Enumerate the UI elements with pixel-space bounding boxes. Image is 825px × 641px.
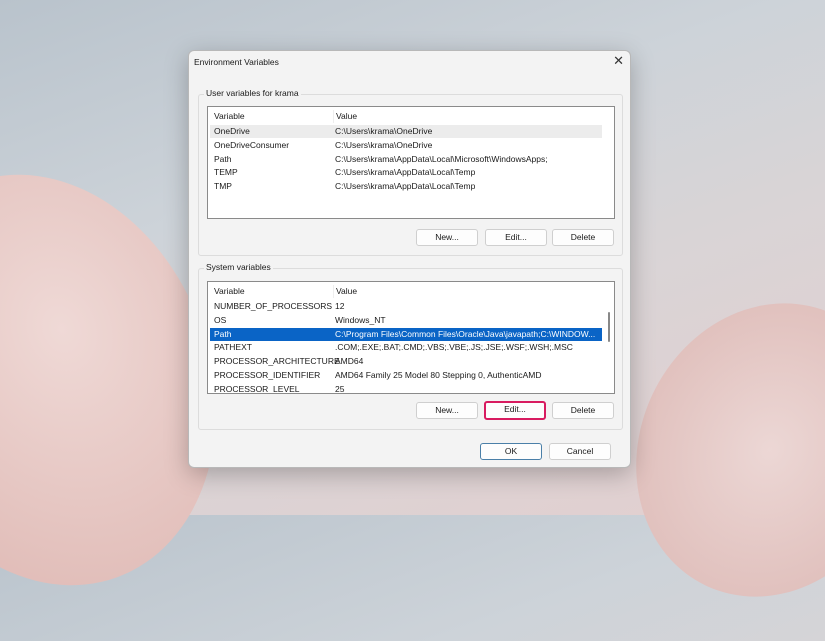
system-variables-label: System variables — [204, 262, 273, 272]
column-variable[interactable]: Variable — [214, 285, 245, 298]
table-row[interactable]: OS Windows_NT — [210, 314, 602, 327]
list-header: Variable Value — [210, 285, 602, 298]
user-edit-button[interactable]: Edit... — [485, 229, 547, 246]
variable-value: AMD64 — [335, 356, 364, 367]
close-icon[interactable]: ✕ — [613, 53, 624, 69]
table-row[interactable]: PROCESSOR_IDENTIFIER AMD64 Family 25 Mode… — [210, 369, 602, 382]
scrollbar[interactable] — [606, 284, 612, 391]
variable-name: Path — [214, 328, 232, 339]
system-variables-group: System variables Variable Value NUMBER_O… — [198, 262, 623, 430]
variable-value: Windows_NT — [335, 314, 386, 325]
environment-variables-dialog: Environment Variables ✕ User variables f… — [188, 50, 631, 468]
column-value[interactable]: Value — [333, 285, 357, 298]
table-row[interactable]: OneDriveConsumer C:\Users\krama\OneDrive — [210, 139, 602, 152]
variable-value: C:\Users\krama\OneDrive — [335, 139, 433, 150]
table-row[interactable]: TMP C:\Users\krama\AppData\Local\Temp — [210, 180, 602, 193]
variable-name: Path — [214, 153, 232, 164]
column-value[interactable]: Value — [333, 110, 357, 123]
variable-value: C:\Users\krama\OneDrive — [335, 126, 433, 136]
variable-value: 12 — [335, 301, 345, 311]
system-variables-list[interactable]: Variable Value NUMBER_OF_PROCESSORS 12 OS W… — [207, 281, 615, 394]
table-row[interactable]: TEMP C:\Users\krama\AppData\Local\Temp — [210, 166, 602, 179]
variable-name: TEMP — [214, 167, 238, 178]
variable-value: C:\Program Files\Common Files\Oracle\Jav… — [335, 328, 596, 339]
variable-value: .COM;.EXE;.BAT;.CMD;.VBS;.VBE;.JS;.JSE;.… — [335, 342, 573, 353]
variable-name: OneDrive — [214, 126, 250, 136]
scrollbar-thumb[interactable] — [608, 312, 610, 342]
table-row[interactable]: Path C:\Program Files\Common Files\Oracle… — [210, 327, 602, 341]
variable-value: AMD64 Family 25 Model 80 Stepping 0, Aut… — [335, 370, 542, 380]
variable-value: C:\Users\krama\AppData\Local\Temp — [335, 181, 476, 192]
table-row[interactable]: PROCESSOR_ARCHITECTURE AMD64 — [210, 355, 602, 368]
variable-value: 25 — [335, 383, 345, 394]
user-variables-group: User variables for krama Variable Value … — [198, 88, 623, 256]
cancel-button[interactable]: Cancel — [549, 443, 611, 460]
user-delete-button[interactable]: Delete — [552, 229, 614, 246]
column-variable[interactable]: Variable — [214, 110, 245, 123]
dialog-title: Environment Variables — [194, 57, 279, 67]
variable-name: PROCESSOR_ARCHITECTURE — [214, 356, 340, 367]
variable-value: C:\Users\krama\AppData\Local\Temp — [335, 167, 476, 178]
table-row[interactable]: PROCESSOR_LEVEL 25 — [210, 383, 602, 394]
system-delete-button[interactable]: Delete — [552, 402, 614, 419]
variable-name: TMP — [214, 181, 232, 192]
ok-button[interactable]: OK — [480, 443, 542, 460]
user-new-button[interactable]: New... — [416, 229, 478, 246]
variable-name: NUMBER_OF_PROCESSORS — [214, 301, 333, 311]
system-edit-button[interactable]: Edit... — [484, 401, 546, 420]
user-variables-list[interactable]: Variable Value OneDrive C:\Users\krama\On… — [207, 106, 615, 219]
table-row[interactable]: PATHEXT .COM;.EXE;.BAT;.CMD;.VBS;.VBE;.JS… — [210, 341, 602, 354]
variable-name: PROCESSOR_LEVEL — [214, 383, 300, 394]
variable-name: PATHEXT — [214, 342, 252, 353]
user-variables-label: User variables for krama — [204, 88, 301, 98]
table-row[interactable]: OneDrive C:\Users\krama\OneDrive — [210, 125, 602, 138]
variable-name: PROCESSOR_IDENTIFIER — [214, 370, 321, 380]
variable-name: OS — [214, 314, 227, 325]
table-row[interactable]: Path C:\Users\krama\AppData\Local\Microso… — [210, 153, 602, 166]
table-row[interactable]: NUMBER_OF_PROCESSORS 12 — [210, 300, 602, 313]
variable-name: OneDriveConsumer — [214, 139, 290, 150]
system-new-button[interactable]: New... — [416, 402, 478, 419]
list-header: Variable Value — [210, 110, 602, 123]
variable-value: C:\Users\krama\AppData\Local\Microsoft\W… — [335, 153, 548, 164]
